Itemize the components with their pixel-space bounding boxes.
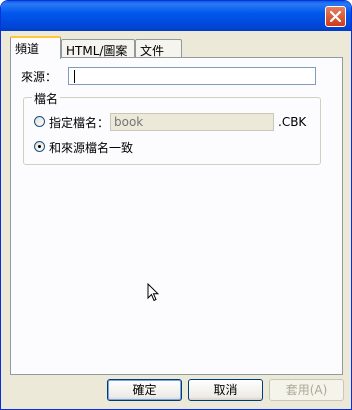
ok-button[interactable]: 確定 (107, 379, 182, 401)
apply-button[interactable]: 套用(A) (269, 379, 344, 401)
text-caret (74, 70, 75, 83)
specify-filename-label[interactable]: 指定檔名： (49, 114, 109, 131)
filename-input[interactable] (110, 113, 274, 131)
filename-group-title: 檔名 (32, 90, 61, 107)
source-input[interactable] (68, 67, 316, 85)
same-as-source-radio[interactable] (34, 141, 45, 152)
cancel-button[interactable]: 取消 (188, 379, 263, 401)
tab-html-image[interactable]: HTML/圖案 (61, 39, 135, 58)
title-bar[interactable] (1, 1, 351, 31)
close-button[interactable] (325, 6, 346, 27)
specify-filename-radio[interactable] (34, 116, 45, 127)
tab-document[interactable]: 文件 (135, 39, 182, 58)
source-label: 來源： (21, 70, 58, 84)
mouse-pointer-icon (147, 283, 159, 302)
same-as-source-label[interactable]: 和來源檔名一致 (49, 139, 133, 156)
tab-channel[interactable]: 頻道 (10, 36, 61, 59)
dialog-body: 頻道 HTML/圖案 文件 來源： 檔名 指定檔名： .CBK 和來源檔名一致 … (4, 31, 348, 406)
dialog-window: 頻道 HTML/圖案 文件 來源： 檔名 指定檔名： .CBK 和來源檔名一致 … (0, 0, 352, 410)
close-icon (330, 11, 341, 22)
file-extension-label: .CBK (278, 115, 307, 129)
